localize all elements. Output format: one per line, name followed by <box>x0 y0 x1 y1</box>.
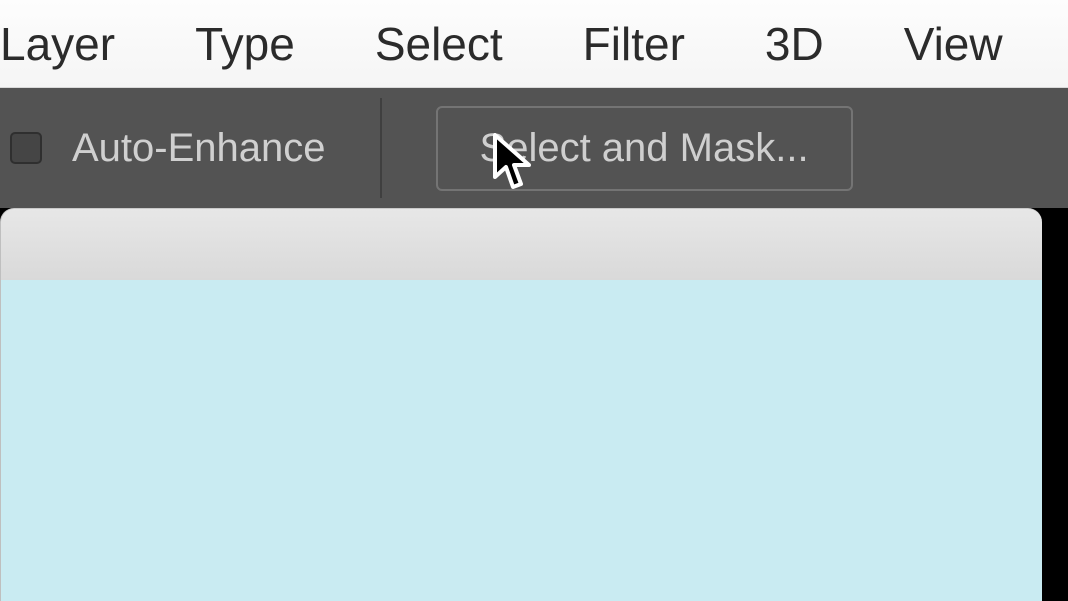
menu-3d[interactable]: 3D <box>765 17 824 71</box>
select-and-mask-button[interactable]: Select and Mask... <box>436 106 853 191</box>
menu-type[interactable]: Type <box>195 17 295 71</box>
menu-view[interactable]: View <box>904 17 1003 71</box>
document-window-titlebar[interactable] <box>0 208 1042 280</box>
tool-options-bar: Auto-Enhance Select and Mask... <box>0 88 1068 208</box>
auto-enhance-label: Auto-Enhance <box>72 126 326 171</box>
auto-enhance-checkbox[interactable] <box>10 132 42 164</box>
options-divider <box>380 98 382 198</box>
app-menu-bar: Layer Type Select Filter 3D View <box>0 0 1068 88</box>
menu-layer[interactable]: Layer <box>0 17 115 71</box>
menu-select[interactable]: Select <box>375 17 503 71</box>
document-canvas[interactable] <box>0 280 1042 601</box>
menu-filter[interactable]: Filter <box>583 17 685 71</box>
